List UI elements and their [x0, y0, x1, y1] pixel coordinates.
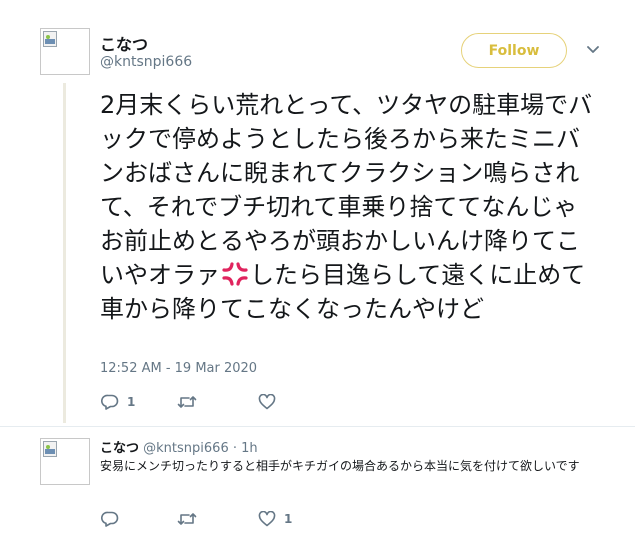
thread-connector-line: [63, 83, 66, 423]
reply-retweet-button[interactable]: [177, 511, 205, 527]
reply-user-avatar[interactable]: [40, 438, 90, 485]
like-button[interactable]: [258, 394, 284, 410]
tweet-timestamp[interactable]: 12:52 AM - 19 Mar 2020: [100, 361, 257, 376]
anger-symbol-icon: [221, 261, 249, 286]
broken-image-icon: [43, 441, 57, 457]
user-handle[interactable]: @kntsnpi666: [100, 54, 192, 70]
heart-icon: [258, 394, 276, 410]
reply-like-button[interactable]: 1: [258, 511, 292, 527]
reply-icon: [101, 511, 119, 527]
reply-like-count: 1: [284, 512, 293, 526]
chevron-down-icon[interactable]: [585, 42, 601, 58]
reply-tweet-text: 安易にメンチ切ったりすると相手がキチガイの場合あるから本当に気を付けて欲しいです: [100, 459, 580, 473]
reply-icon: [101, 394, 119, 410]
reply-user-handle[interactable]: @kntsnpi666: [143, 441, 229, 456]
follow-button[interactable]: Follow: [461, 33, 567, 68]
reply-header: こなつ @kntsnpi666 · 1h: [100, 437, 258, 456]
tweet-text-part-1: 2月末くらい荒れとって、ツタヤの駐車場でバックで停めようとしたら後ろから来たミニ…: [100, 91, 593, 289]
retweet-icon: [177, 511, 197, 527]
tweet-text: 2月末くらい荒れとって、ツタヤの駐車場でバックで停めようとしたら後ろから来たミニ…: [100, 88, 600, 326]
heart-icon: [258, 511, 276, 527]
retweet-button[interactable]: [177, 394, 205, 410]
retweet-icon: [177, 394, 197, 410]
reply-reply-button[interactable]: [101, 511, 127, 527]
display-name[interactable]: こなつ: [100, 31, 148, 55]
broken-image-icon: [43, 31, 57, 47]
reply-time-ago[interactable]: · 1h: [233, 441, 258, 456]
reply-button[interactable]: 1: [101, 394, 135, 410]
reply-count: 1: [127, 395, 136, 409]
reply-display-name[interactable]: こなつ: [100, 441, 139, 456]
tweet-divider: [0, 426, 635, 427]
user-avatar[interactable]: [40, 28, 90, 75]
